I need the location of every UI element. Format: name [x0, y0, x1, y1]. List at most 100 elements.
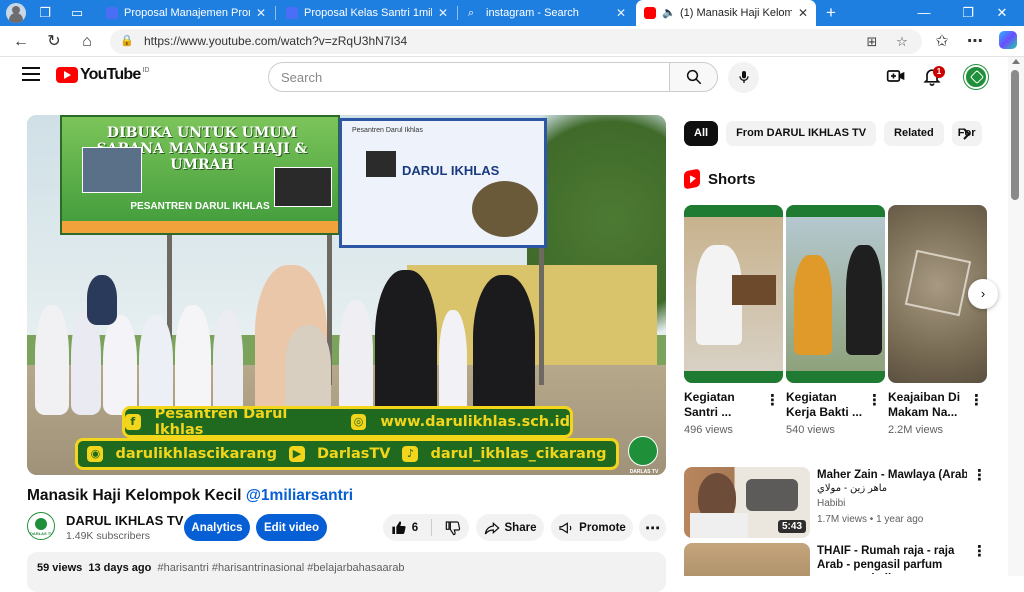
- short-item[interactable]: Keajaiban Di Makam Na... 2.2M views ⋮: [888, 205, 987, 436]
- youtube-play-icon: [56, 67, 78, 83]
- short-thumbnail[interactable]: [786, 205, 885, 383]
- chip-related[interactable]: Related: [884, 121, 944, 146]
- lock-icon[interactable]: 🔒: [120, 34, 134, 48]
- kebab-menu-icon[interactable]: ⋮: [972, 544, 987, 560]
- scrollbar-thumb[interactable]: [1011, 70, 1019, 200]
- kebab-menu-icon[interactable]: ⋮: [969, 393, 984, 409]
- short-title[interactable]: Keajaiban Di Makam Na...: [888, 390, 966, 420]
- favorite-star-icon[interactable]: ☆: [892, 32, 912, 52]
- thumbs-up-icon[interactable]: [391, 520, 407, 536]
- edit-video-button[interactable]: Edit video: [256, 514, 327, 541]
- close-window-icon[interactable]: ✕: [980, 0, 1024, 26]
- video-player[interactable]: DIBUKA UNTUK UMUM SARANA MANASIK HAJI & …: [27, 115, 666, 475]
- short-title[interactable]: Kegiatan Santri ...: [684, 390, 762, 420]
- overlay-tiktok-text: darul_ikhlas_cikarang: [430, 446, 607, 462]
- kebab-menu-icon[interactable]: ⋮: [867, 393, 882, 409]
- scroll-up-arrow-icon[interactable]: [1012, 59, 1020, 64]
- tab-instagram-search[interactable]: ⌕ instagram - Search ✕: [460, 1, 634, 25]
- favorites-icon[interactable]: ✩: [930, 30, 954, 54]
- short-views: 540 views: [786, 424, 835, 436]
- description-box[interactable]: 59 views 13 days ago #harisantri #harisa…: [27, 552, 666, 592]
- speaker-icon[interactable]: 🔈: [662, 7, 676, 19]
- search-box: [268, 62, 670, 92]
- tab-proposal-kelas[interactable]: Proposal Kelas Santri 1miliarsantri ✕: [278, 1, 456, 25]
- workspaces-icon[interactable]: ❐: [36, 4, 54, 22]
- more-options-icon[interactable]: ⋯: [963, 30, 987, 54]
- short-item[interactable]: Kegiatan Kerja Bakti ... 540 views ⋮: [786, 205, 885, 436]
- channel-watermark[interactable]: [626, 436, 662, 475]
- kebab-menu-icon[interactable]: ⋮: [765, 393, 780, 409]
- video-channel[interactable]: Habibi: [817, 498, 845, 509]
- logo-text: YouTube: [80, 66, 141, 83]
- chip-from-channel[interactable]: From DARUL IKHLAS TV: [726, 121, 877, 146]
- channel-avatar[interactable]: [27, 512, 55, 540]
- tiktok-icon: ♪: [402, 446, 419, 462]
- create-video-icon[interactable]: [885, 66, 907, 88]
- close-tab-icon[interactable]: ✕: [616, 6, 626, 20]
- promote-label: Promote: [579, 521, 626, 534]
- shorts-next-button[interactable]: ›: [968, 279, 998, 309]
- new-tab-icon[interactable]: +: [822, 4, 840, 22]
- recommended-video[interactable]: THAIF - Rumah raja - raja Arab - pengasi…: [684, 543, 1004, 576]
- close-tab-icon[interactable]: ✕: [438, 6, 448, 20]
- title-mention-link[interactable]: @1miliarsantri: [246, 487, 353, 504]
- short-views: 496 views: [684, 424, 733, 436]
- share-button[interactable]: Share: [476, 514, 544, 541]
- like-count[interactable]: 6: [412, 522, 418, 534]
- overlay-website-text: www.darulikhlas.sch.id: [380, 414, 570, 430]
- app-available-icon[interactable]: ⊞: [862, 32, 882, 52]
- close-tab-icon[interactable]: ✕: [798, 6, 808, 20]
- thumbs-down-icon[interactable]: [445, 520, 461, 536]
- country-code: ID: [142, 66, 150, 74]
- url-field[interactable]: 🔒 https://www.youtube.com/watch?v=zRqU3h…: [110, 29, 922, 54]
- voice-search-button[interactable]: [728, 62, 759, 93]
- promote-button[interactable]: Promote: [551, 514, 633, 541]
- overlay-website-bar: f Pesantren Darul Ikhlas ◎ www.darulikhl…: [122, 406, 573, 438]
- video-title[interactable]: Maher Zain - Mawlaya (Arabic) |: [817, 468, 967, 482]
- hashtags[interactable]: #harisantri #harisantrinasional #belajar…: [158, 562, 405, 574]
- youtube-icon: ▶: [289, 446, 305, 462]
- globe-icon: ◎: [350, 414, 367, 430]
- chevron-right-icon: [963, 128, 971, 140]
- copilot-icon[interactable]: [999, 31, 1017, 49]
- menu-icon[interactable]: [22, 67, 40, 81]
- youtube-header: YouTube ID: [0, 57, 1008, 97]
- short-title[interactable]: Kegiatan Kerja Bakti ...: [786, 390, 864, 420]
- share-icon: [484, 521, 500, 534]
- tab-proposal-promosi[interactable]: Proposal Manajemen Promosi 1mi ✕: [98, 1, 274, 25]
- recommended-video[interactable]: 5:43 Maher Zain - Mawlaya (Arabic) | ماه…: [684, 467, 1004, 539]
- video-thumbnail[interactable]: [684, 543, 810, 576]
- filter-chips: All From DARUL IKHLAS TV Related For: [684, 121, 982, 146]
- video-duration: 5:43: [778, 520, 807, 533]
- channel-name[interactable]: DARUL IKHLAS TV: [66, 513, 183, 528]
- back-icon[interactable]: ←: [9, 30, 33, 54]
- shorts-heading-text: Shorts: [708, 170, 756, 188]
- short-item[interactable]: Kegiatan Santri ... 496 views ⋮: [684, 205, 783, 436]
- search-button[interactable]: [669, 62, 718, 92]
- search-input[interactable]: [269, 63, 649, 91]
- document-icon: [106, 7, 118, 19]
- more-actions-button[interactable]: ⋯: [639, 514, 666, 541]
- manasik-banner: DIBUKA UNTUK UMUM SARANA MANASIK HAJI & …: [60, 115, 340, 235]
- kebab-menu-icon[interactable]: ⋮: [972, 468, 987, 484]
- account-avatar[interactable]: [964, 65, 988, 89]
- profile-avatar[interactable]: [6, 3, 26, 23]
- video-title[interactable]: THAIF - Rumah raja - raja Arab - pengasi…: [817, 544, 967, 574]
- short-thumbnail[interactable]: [684, 205, 783, 383]
- upload-age: 13 days ago: [88, 562, 152, 574]
- tab-actions-icon[interactable]: ▭: [68, 4, 86, 22]
- facebook-icon: f: [125, 414, 141, 430]
- close-tab-icon[interactable]: ✕: [256, 6, 266, 20]
- tab-title: Proposal Manajemen Promosi 1mi: [124, 7, 250, 19]
- chevron-right-icon: ›: [980, 286, 986, 301]
- chips-next-button[interactable]: [956, 123, 978, 145]
- url-text[interactable]: https://www.youtube.com/watch?v=zRqU3hN7…: [144, 34, 407, 48]
- youtube-logo[interactable]: YouTube ID: [56, 66, 149, 84]
- chip-all[interactable]: All: [684, 121, 719, 146]
- tab-youtube-active[interactable]: 🔈 (1) Manasik Haji Kelompok Ke ✕: [636, 0, 816, 26]
- home-icon[interactable]: ⌂: [75, 30, 99, 54]
- video-title: Manasik Haji Kelompok Kecil @1miliarsant…: [27, 487, 353, 505]
- refresh-icon[interactable]: ↻: [42, 30, 66, 54]
- minimize-icon[interactable]: —: [902, 0, 946, 26]
- analytics-button[interactable]: Analytics: [184, 514, 250, 541]
